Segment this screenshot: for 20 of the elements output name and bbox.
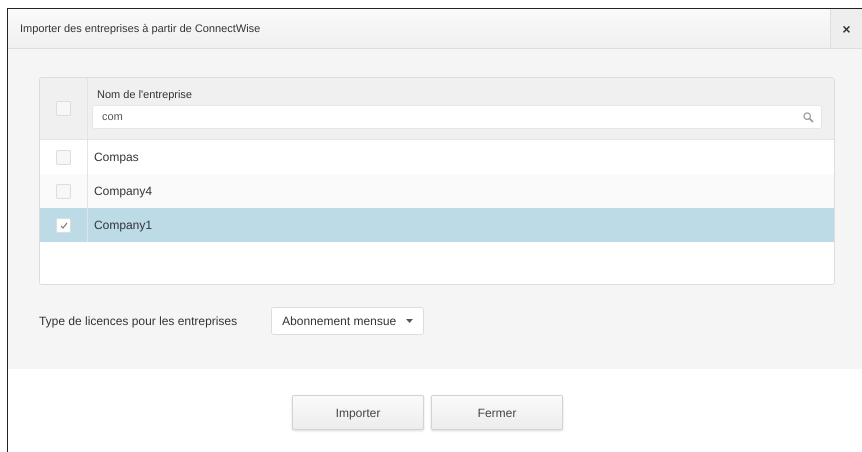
caret-icon [406,319,414,323]
check-icon [60,222,68,228]
checkbox[interactable] [56,218,71,232]
checkbox[interactable] [56,150,71,164]
close-button[interactable]: × [830,9,862,48]
dialog-button[interactable]: Fermer [431,395,563,430]
search-icon [803,112,814,122]
company-name: Company1 [93,218,152,232]
search-field[interactable]: com [92,104,822,128]
company-name: Company4 [93,184,152,198]
dialog-title: Importer des entreprises à partir de ConnectWise [19,22,262,34]
table-row[interactable]: Company4 [40,174,834,208]
table-row[interactable]: Company1 [40,208,834,242]
column-header: Nom de l'entreprise [96,88,194,100]
company-name: Compas [93,150,139,164]
license-label: Type de licences pour les entreprises [39,314,238,328]
checkbox[interactable] [56,101,71,116]
dialog-button[interactable]: Importer [292,395,424,430]
checkbox[interactable] [56,184,71,198]
license-dropdown[interactable]: Abonnement mensue [271,307,424,335]
